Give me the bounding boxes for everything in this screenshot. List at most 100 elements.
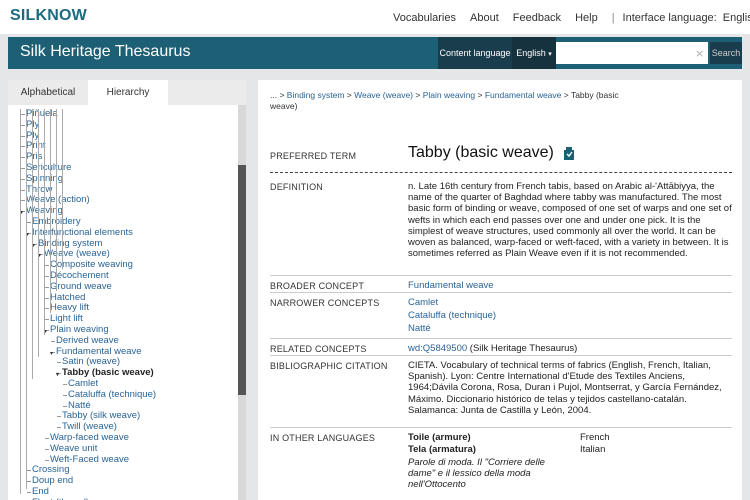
tree-item-label: Interfunctional elements — [32, 226, 133, 238]
tree-item-label: Weave (action) — [26, 194, 90, 206]
definition-divider — [270, 275, 732, 276]
hierarchy-panel: Alphabetical Hierarchy Piñuela Ply Ply Prin… — [8, 80, 246, 500]
caret-down-icon: ▾ — [548, 51, 552, 58]
related-concepts-label: RELATED CONCEPTS — [270, 344, 367, 354]
tree-item[interactable]: Print — [8, 140, 238, 152]
tree-item[interactable]: ▾ Binding system — [8, 238, 238, 250]
tree-item-label: Camlet — [68, 377, 99, 389]
tree-connector — [27, 481, 31, 483]
nav-link-about[interactable]: About — [470, 12, 499, 24]
top-navbar: SILKNOW Vocabularies About Feedback Help… — [0, 0, 750, 34]
tree-item[interactable]: Ground weave — [8, 280, 238, 293]
concept-detail-panel: ... > Binding system > Weave (weave) > P… — [258, 80, 742, 500]
search-button[interactable]: Search — [710, 42, 742, 64]
bookmark-icon[interactable] — [562, 147, 576, 161]
breadcrumb: ... > Binding system > Weave (weave) > P… — [270, 90, 619, 111]
other-lang-term-french: Toile (armure) — [408, 432, 471, 443]
tree-guide-line — [44, 109, 45, 335]
narrower-concepts-label: NARROWER CONCEPTS — [270, 298, 380, 308]
other-lang-name-italian: Italian — [580, 444, 606, 455]
nav-link-help[interactable]: Help — [575, 12, 598, 24]
tree-connector — [21, 135, 25, 137]
tree-item-label: Tabby (basic weave) — [62, 367, 154, 379]
tree-connector — [63, 394, 67, 396]
interface-language-dropdown[interactable]: English▾ — [723, 12, 750, 24]
tree-connector — [21, 114, 25, 115]
tree-item-label: Piñuela — [26, 108, 58, 119]
tree-connector — [27, 470, 31, 472]
broader-concept-link[interactable]: Fundamental weave — [408, 280, 736, 291]
tree-guide-line — [26, 109, 27, 489]
definition-label: DEFINITION — [270, 182, 323, 192]
tree-item[interactable]: Hatched — [8, 291, 238, 304]
scrollbar-thumb[interactable] — [238, 165, 246, 395]
tree-guide-line — [38, 109, 39, 357]
other-languages-label: IN OTHER LANGUAGES — [270, 433, 376, 443]
silknow-logo[interactable]: SILKNOW — [10, 7, 87, 25]
tree-item[interactable]: Tabby (silk weave) — [8, 410, 238, 422]
nav-link-feedback[interactable]: Feedback — [513, 12, 561, 24]
tree-connector — [57, 416, 61, 418]
tree-item-label: Twill (weave) — [62, 421, 117, 433]
tree-connector — [45, 265, 49, 267]
narrower-concept-camlet[interactable]: Camlet — [408, 297, 736, 308]
tree-item-selected[interactable]: ▾ Tabby (basic weave) — [8, 367, 238, 379]
content-language-dropdown[interactable]: English ▾ — [512, 37, 556, 69]
broader-concept-label: BROADER CONCEPT — [270, 281, 365, 291]
tree-item-label: Fundamental weave — [56, 345, 142, 357]
tree-item-label: Satin (weave) — [62, 356, 121, 368]
tree-connector — [27, 221, 31, 223]
tree-item-label: Throw — [26, 183, 53, 195]
tree-item[interactable]: Ply — [8, 119, 238, 131]
tree-item-label: Ground weave — [50, 280, 112, 292]
tree-item[interactable]: Décochement — [8, 269, 238, 282]
tree-item[interactable]: ▾ Plain weaving — [8, 323, 238, 336]
tree-connector — [51, 340, 55, 342]
tree-item[interactable]: Light lift — [8, 313, 238, 325]
related-concept-link[interactable]: wd:Q5849500 — [408, 343, 467, 354]
tree-item-label: Plain weaving — [50, 323, 109, 335]
narrower-concept-natte[interactable]: Natté — [408, 323, 736, 334]
tree-connector — [45, 297, 49, 299]
tree-connector — [57, 427, 61, 429]
tree-connector — [45, 275, 49, 277]
tree-item-label: Print — [26, 140, 46, 152]
nav-separator: | — [611, 12, 615, 24]
tree-connector — [45, 437, 49, 439]
tree-item[interactable]: Composite weaving — [8, 259, 238, 271]
breadcrumb-link-weave[interactable]: Weave (weave) — [354, 90, 413, 100]
tree-item-label: Natté — [68, 399, 91, 411]
tree-item-label: Hatched — [50, 291, 86, 303]
site-title[interactable]: Silk Heritage Thesaurus — [20, 43, 190, 61]
related-concepts-value: wd:Q5849500 (Silk Heritage Thesaurus) — [408, 343, 578, 354]
tab-hierarchy[interactable]: Hierarchy — [88, 80, 168, 105]
tree-connector — [21, 124, 25, 126]
other-lang-name-french: French — [580, 432, 610, 443]
tree-guide-line — [62, 109, 63, 269]
tree-item[interactable]: ▾ Fundamental weave — [8, 345, 238, 358]
tree-item[interactable]: Cataluffa (technique) — [8, 389, 238, 401]
tree-item-label: Weave unit — [50, 442, 98, 454]
tree-item[interactable]: Heavy lift — [8, 302, 238, 314]
tree-item-label: Décochement — [50, 269, 109, 281]
tree-item-label: Light lift — [50, 313, 83, 325]
bibliographic-citation-label: BIBLIOGRAPHIC CITATION — [270, 361, 388, 371]
clear-icon[interactable]: × — [695, 47, 704, 60]
search-input[interactable] — [556, 42, 708, 64]
tab-alphabetical[interactable]: Alphabetical — [8, 80, 88, 105]
breadcrumb-link-binding-system[interactable]: Binding system — [287, 90, 345, 100]
tree-guide-line — [56, 109, 57, 291]
tree-item[interactable]: Warp-faced weave — [8, 432, 238, 444]
tree-item[interactable]: Piñuela — [8, 108, 238, 120]
tree-connector — [27, 491, 31, 493]
breadcrumb-link-plain-weaving[interactable]: Plain weaving — [423, 90, 475, 100]
tree-guide-line — [50, 109, 51, 313]
other-lang-term-italian: Tela (armatura) — [408, 444, 476, 455]
tree-connector — [45, 459, 49, 461]
nav-link-vocabularies[interactable]: Vocabularies — [393, 12, 456, 24]
tree-connector — [63, 405, 67, 407]
narrower-concept-cataluffa[interactable]: Cataluffa (technique) — [408, 310, 736, 321]
breadcrumb-link-fundamental-weave[interactable]: Fundamental weave — [485, 90, 562, 100]
tree-item-label: End — [32, 485, 49, 497]
tree-connector — [21, 157, 25, 159]
